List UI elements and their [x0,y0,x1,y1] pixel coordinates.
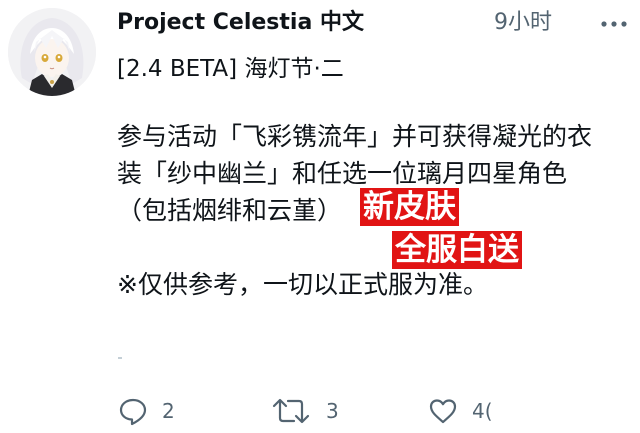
tweet-text-line: 装「纱中幽兰」和任选一位璃月四星角色 [117,159,568,188]
timestamp[interactable]: 9小时 [494,8,552,38]
divider [118,357,122,359]
like-button[interactable]: 4( [428,394,493,428]
retweet-button[interactable]: 3 [270,394,339,428]
author-name[interactable]: Project Celestia 中文 [117,8,364,38]
tweet-text-line: ※仅供参考，一切以正式服为准。 [117,270,488,299]
more-icon[interactable] [596,14,632,34]
overlay-label-free-for-all: 全服白送 [392,231,522,269]
avatar[interactable] [8,8,96,96]
tweet-subtitle: [2.4 BETA] 海灯节·二 [117,56,344,82]
reply-count: 2 [162,399,175,423]
reply-button[interactable]: 2 [118,394,175,428]
like-count: 4( [472,399,493,423]
overlay-label-new-skin: 新皮肤 [360,188,459,226]
like-icon [429,399,457,424]
avatar-image [8,8,96,96]
retweet-count: 3 [326,399,339,423]
reply-icon [119,398,147,426]
tweet-text-line: 参与活动「飞彩镌流年」并可获得凝光的衣 [117,122,593,151]
retweet-icon [272,398,310,424]
